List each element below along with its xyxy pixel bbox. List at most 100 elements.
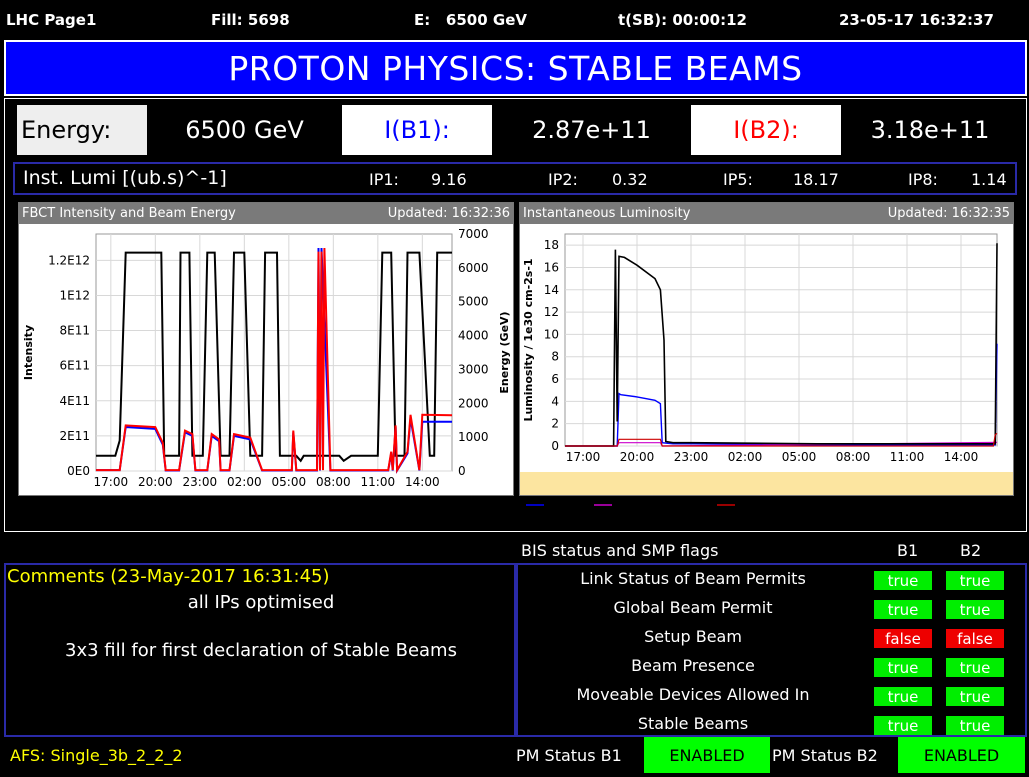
bis-flag-b1: true — [874, 716, 932, 735]
date-time: 23-05-17 16:32:37 — [839, 11, 994, 29]
x-tick-label: 17:00 — [94, 475, 129, 489]
x-tick-label: 08:00 — [316, 475, 351, 489]
bis-flag-b2: false — [946, 629, 1004, 648]
lumi-label: Inst. Lumi [(ub.s)^-1] — [23, 167, 227, 189]
ip5-label: IP5: — [723, 170, 753, 189]
y-tick-label: 8 — [551, 350, 559, 364]
ip8-value: 1.14 — [971, 170, 1007, 189]
bis-flag-label: Global Beam Permit — [613, 598, 773, 617]
pm-b2-status: ENABLED — [898, 737, 1025, 773]
bis-b1-header: B1 — [897, 541, 919, 560]
y2-tick-label: 0 — [458, 464, 466, 478]
bis-flag-b2: true — [946, 687, 1004, 706]
y2-tick-label: 7000 — [458, 227, 489, 241]
bis-flag-b1: true — [874, 687, 932, 706]
beam-mode-banner: PROTON PHYSICS: STABLE BEAMS — [4, 40, 1027, 96]
x-tick-label: 14:00 — [405, 475, 440, 489]
y-tick-label: 4E11 — [60, 394, 91, 408]
x-tick-label: 23:00 — [674, 450, 709, 464]
lumi-plot-svg: 17:00 20:00 23:00 02:00 05:00 08:00 11:00 14:00… — [522, 233, 998, 464]
y-tick-label: 0 — [551, 439, 559, 453]
y-tick-label: 8E11 — [60, 324, 91, 338]
top-energy: E: 6500 GeV — [414, 11, 527, 29]
x-tick-label: 08:00 — [836, 450, 871, 464]
y-tick-label: 4 — [551, 394, 559, 408]
y2-axis-label: Energy (GeV) — [498, 311, 511, 393]
legend-label: CMS — [684, 499, 708, 512]
bis-flag-label: Moveable Devices Allowed In — [576, 685, 810, 704]
fbct-plot-svg: 17:00 20:00 23:00 02:00 05:00 08:00 11:00 14:00… — [22, 227, 511, 489]
y-tick-label: 1.2E12 — [48, 253, 90, 267]
x-tick-label: 14:00 — [944, 450, 979, 464]
y-tick-label: 18 — [544, 238, 559, 252]
pm-b1-status: ENABLED — [644, 737, 770, 773]
ip5-value: 18.17 — [793, 170, 839, 189]
y-axis-label: Intensity — [22, 325, 35, 380]
ip1-value: 9.16 — [431, 170, 467, 189]
x-tick-label: 11:00 — [361, 475, 396, 489]
bis-flag-label: Beam Presence — [631, 656, 755, 675]
ip2-value: 0.32 — [612, 170, 648, 189]
ip2-label: IP2: — [548, 170, 578, 189]
comments-panel: Comments (23-May-2017 16:31:45) all IPs … — [4, 563, 516, 737]
y-tick-label: 1E12 — [60, 288, 91, 302]
comment-line-1: all IPs optimised — [187, 592, 335, 613]
energy-value: 6500 GeV — [147, 105, 342, 155]
inst-lumi-row: Inst. Lumi [(ub.s)^-1] IP1: 9.16 IP2: 0.… — [13, 162, 1017, 195]
y-tick-label: 2 — [551, 417, 559, 431]
y2-tick-label: 5000 — [458, 295, 489, 309]
bis-flag-label: Link Status of Beam Permits — [580, 569, 806, 588]
bis-flag-label: Setup Beam — [644, 627, 742, 646]
top-status-bar: LHC Page1 Fill: 5698 E: 6500 GeV t(SB): … — [0, 0, 1029, 40]
plot-area — [564, 233, 998, 447]
bis-flag-b2: true — [946, 571, 1004, 590]
y-tick-label: 6 — [551, 372, 559, 386]
y-tick-label: 16 — [544, 260, 559, 274]
time-stable-beams: t(SB): 00:00:12 — [618, 11, 747, 29]
y-tick-label: 14 — [544, 283, 559, 297]
bis-flag-b1: false — [874, 629, 932, 648]
bis-flag-b1: true — [874, 571, 932, 590]
y2-tick-label: 1000 — [458, 430, 489, 444]
chart-title: Instantaneous Luminosity — [523, 206, 691, 221]
energy-label: Energy: — [17, 105, 147, 155]
luminosity-chart: Instantaneous Luminosity Updated: 16:32:… — [519, 202, 1014, 512]
fbct-intensity-chart: FBCT Intensity and Beam Energy Updated: … — [18, 202, 514, 496]
ib1-value: 2.87e+11 — [492, 105, 691, 155]
ip8-label: IP8: — [908, 170, 938, 189]
x-tick-label: 05:00 — [272, 475, 307, 489]
legend-svg: ATLAS ALICE CMS LHCb — [526, 499, 770, 512]
x-tick-label: 20:00 — [620, 450, 655, 464]
pm-b1-label: PM Status B1 — [516, 746, 622, 765]
fill-number: Fill: 5698 — [211, 11, 290, 29]
y2-tick-label: 3000 — [458, 362, 489, 376]
afs-label: AFS: Single_3b_2_2_2 — [10, 746, 183, 765]
y-tick-label: 0E0 — [67, 464, 90, 478]
chart-updated: Updated: 16:32:35 — [887, 206, 1010, 221]
bis-flag-b2: true — [946, 600, 1004, 619]
y-tick-label: 10 — [544, 327, 559, 341]
legend-label: ATLAS — [550, 499, 584, 512]
bis-flag-b2: true — [946, 658, 1004, 677]
bis-flag-b2: true — [946, 716, 1004, 735]
page-name: LHC Page1 — [6, 11, 97, 29]
pm-b2-label: PM Status B2 — [772, 746, 878, 765]
x-tick-label: 02:00 — [728, 450, 763, 464]
chart-updated: Updated: 16:32:36 — [387, 206, 510, 221]
bis-flags-panel: Link Status of Beam Permits true true Globa… — [516, 563, 1027, 737]
chart-title: FBCT Intensity and Beam Energy — [22, 206, 236, 221]
ib1-label: I(B1): — [342, 105, 492, 155]
bis-flag-b1: true — [874, 658, 932, 677]
y2-tick-label: 6000 — [458, 261, 489, 275]
x-tick-label: 23:00 — [183, 475, 218, 489]
y2-tick-label: 4000 — [458, 329, 489, 343]
legend-label: LHCb — [741, 499, 770, 512]
x-tick-label: 02:00 — [227, 475, 262, 489]
comments-title: Comments (23-May-2017 16:31:45) — [7, 566, 330, 587]
bis-flag-label: Stable Beams — [637, 714, 749, 733]
bis-b2-header: B2 — [960, 541, 982, 560]
x-tick-label: 05:00 — [782, 450, 817, 464]
y-axis-label: Luminosity / 1e30 cm-2s-1 — [522, 258, 535, 421]
bottom-bar: AFS: Single_3b_2_2_2 PM Status B1 ENABLE… — [4, 737, 1027, 775]
y-tick-label: 2E11 — [60, 429, 91, 443]
